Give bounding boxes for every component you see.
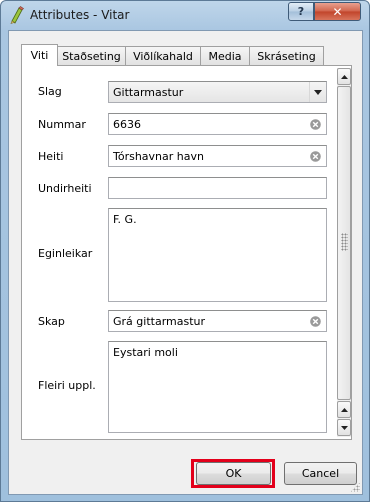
eginleikar-value: F. G. — [113, 213, 137, 226]
tab-panel-viti: Slag Gittarmastur Nummar 6636 Heiti Tórs… — [21, 65, 352, 440]
cancel-button[interactable]: Cancel — [284, 462, 357, 485]
chevron-down-icon[interactable] — [309, 82, 326, 102]
undirheiti-label: Undirheiti — [38, 182, 92, 195]
skap-field[interactable]: Grá gittarmastur — [108, 310, 327, 332]
nummar-value: 6636 — [113, 117, 141, 131]
scroll-down-button[interactable] — [337, 419, 351, 436]
tab-skraseting[interactable]: Skráseting — [249, 46, 324, 65]
tab-label: Staðseting — [62, 49, 121, 63]
ok-label: OK — [225, 467, 242, 480]
undirheiti-field[interactable] — [108, 177, 327, 199]
title-bar[interactable]: Attributes - Vitar ? ✕ — [1, 1, 369, 29]
eginleikar-textarea[interactable]: F. G. — [108, 208, 327, 302]
eginleikar-label: Eginleikar — [38, 247, 93, 260]
dialog-body: Viti Staðseting Viðlíkahald Media Skráse… — [8, 30, 363, 495]
clear-icon[interactable] — [310, 119, 321, 130]
window-title: Attributes - Vitar — [30, 8, 130, 22]
fleiri-label: Fleiri uppl. — [38, 379, 96, 392]
scroll-step-up-button[interactable] — [337, 401, 351, 418]
nummar-field[interactable]: 6636 — [108, 113, 327, 135]
clear-icon[interactable] — [310, 151, 321, 162]
tab-label: Media — [208, 49, 242, 63]
scroll-up-button[interactable] — [337, 68, 351, 85]
clear-icon[interactable] — [310, 316, 321, 327]
slag-label: Slag — [38, 85, 62, 98]
tab-label: Skráseting — [257, 49, 316, 63]
cancel-label: Cancel — [301, 467, 340, 480]
heiti-label: Heiti — [38, 150, 64, 163]
heiti-field[interactable]: Tórshavnar havn — [108, 145, 327, 167]
attributes-dialog: Attributes - Vitar ? ✕ Viti Staðseting V… — [0, 0, 370, 502]
slag-combobox[interactable]: Gittarmastur — [108, 81, 327, 103]
tab-vidlikahald[interactable]: Viðlíkahald — [125, 46, 201, 65]
scroll-thumb[interactable] — [337, 86, 351, 400]
tab-viti[interactable]: Viti — [21, 44, 58, 66]
tab-label: Viti — [30, 49, 49, 62]
fleiri-value: Eystari moli — [113, 346, 178, 359]
tab-media[interactable]: Media — [200, 46, 250, 65]
qgis-pencil-icon — [10, 6, 24, 24]
grip-icon — [341, 233, 348, 251]
ok-button[interactable]: OK — [196, 462, 271, 485]
fleiri-textarea[interactable]: Eystari moli — [108, 341, 327, 433]
nummar-label: Nummar — [38, 118, 86, 131]
help-icon: ? — [297, 5, 305, 18]
heiti-value: Tórshavnar havn — [113, 149, 204, 163]
close-icon: ✕ — [332, 4, 343, 19]
close-button[interactable]: ✕ — [314, 2, 361, 21]
vertical-scrollbar[interactable] — [337, 68, 351, 437]
arrow-down-icon — [340, 425, 348, 430]
tab-label: Viðlíkahald — [133, 49, 193, 63]
tab-stadseting[interactable]: Staðseting — [57, 46, 126, 65]
skap-value: Grá gittarmastur — [113, 314, 206, 328]
arrow-up-icon — [340, 407, 348, 412]
help-button[interactable]: ? — [288, 2, 314, 21]
skap-label: Skap — [38, 315, 65, 328]
slag-value: Gittarmastur — [113, 85, 184, 99]
arrow-up-icon — [340, 74, 348, 79]
